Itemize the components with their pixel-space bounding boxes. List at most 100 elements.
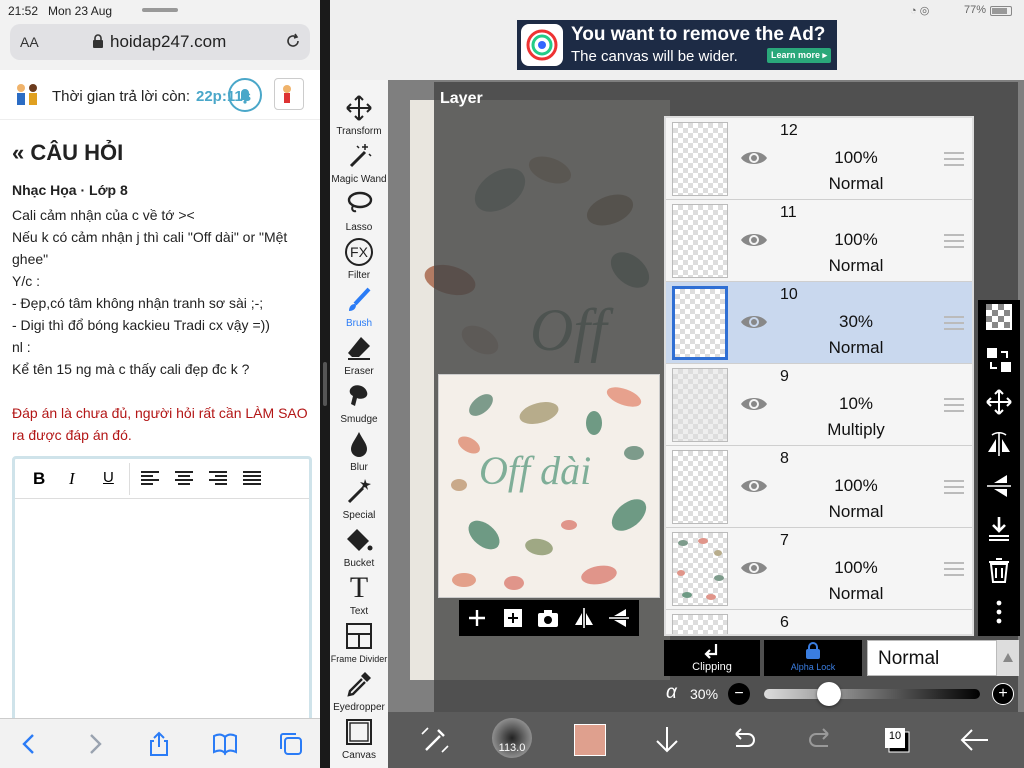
tool-magic-wand[interactable]: Magic Wand (330, 138, 388, 186)
browser-bottom-bar (0, 718, 320, 768)
answer-editor[interactable]: B I U (12, 456, 312, 726)
tool-canvas[interactable]: Canvas (330, 714, 388, 762)
address-bar[interactable]: AA hoidap247.com (10, 24, 310, 60)
layer-list[interactable]: 12 100% Normal 11 100% Normal 10 30% Nor… (664, 116, 974, 636)
bold-button[interactable]: B (33, 469, 45, 489)
opacity-slider-track[interactable] (764, 689, 980, 699)
layer-row[interactable]: 11 100% Normal (666, 200, 972, 282)
move-layer-icon[interactable] (984, 346, 1014, 376)
down-arrow-icon[interactable] (650, 724, 684, 756)
eye-icon[interactable] (740, 148, 768, 168)
duplicate-layer-icon[interactable] (501, 606, 525, 630)
layer-row-selected[interactable]: 10 30% Normal (666, 282, 972, 364)
tool-special[interactable]: Special (330, 474, 388, 522)
drag-handle-icon[interactable] (944, 480, 964, 494)
tool-blur[interactable]: Blur (330, 426, 388, 474)
opacity-slider-knob[interactable] (816, 682, 841, 706)
quick-eyedropper-icon[interactable] (418, 724, 452, 756)
merge-down-icon[interactable] (984, 514, 1014, 544)
tool-text[interactable]: T Text (330, 570, 388, 618)
eye-icon[interactable] (740, 312, 768, 332)
eye-icon[interactable] (740, 558, 768, 578)
drag-handle-icon[interactable] (944, 562, 964, 576)
layers-button[interactable]: 10 (880, 724, 914, 756)
trash-icon[interactable] (984, 556, 1014, 586)
blend-mode-value: Normal (878, 648, 940, 669)
browser-pane: 21:52 Mon 23 Aug AA hoidap247.com Thời g… (0, 0, 320, 768)
color-swatch[interactable] (574, 724, 606, 756)
camera-icon[interactable] (536, 606, 560, 630)
multitask-handle[interactable] (142, 8, 178, 12)
align-left-icon[interactable] (141, 471, 159, 490)
bookmarks-icon[interactable] (212, 731, 238, 757)
eye-icon[interactable] (740, 230, 768, 250)
layer-row[interactable]: 8 100% Normal (666, 446, 972, 528)
eye-icon[interactable] (740, 394, 768, 414)
ibispaint-logo-icon (521, 24, 563, 66)
opacity-plus-button[interactable]: + (992, 683, 1014, 705)
add-layer-icon[interactable] (465, 606, 489, 630)
back-chevron-icon[interactable]: « (12, 140, 24, 165)
blend-mode-select[interactable]: Normal (867, 640, 997, 676)
tool-smudge[interactable]: Smudge (330, 378, 388, 426)
opacity-minus-button[interactable]: − (728, 683, 750, 705)
bell-icon[interactable] (228, 78, 262, 112)
tool-filter[interactable]: FX Filter (330, 234, 388, 282)
redo-icon[interactable] (804, 724, 838, 756)
split-handle[interactable] (323, 362, 327, 406)
tool-frame-divider[interactable]: Frame Divider (330, 618, 388, 666)
back-icon[interactable] (16, 731, 42, 757)
layer-thumbnail (672, 122, 728, 196)
more-options-icon[interactable] (984, 598, 1014, 628)
tabs-icon[interactable] (278, 731, 304, 757)
ad-banner[interactable]: You want to remove the Ad? The canvas wi… (517, 20, 837, 70)
tool-eraser[interactable]: Eraser (330, 330, 388, 378)
timer-strip: Thời gian trả lời còn: 22p:11s (0, 70, 320, 120)
transform-layer-icon[interactable] (984, 388, 1014, 418)
url-text[interactable]: hoidap247.com (110, 32, 226, 52)
tool-eyedropper[interactable]: Eyedropper (330, 666, 388, 714)
layer-row[interactable]: 12 100% Normal (666, 118, 972, 200)
drag-handle-icon[interactable] (944, 398, 964, 412)
layer-row[interactable]: 9 10% Multiply (666, 364, 972, 446)
layer-row[interactable]: 7 100% Normal (666, 528, 972, 610)
drag-handle-icon[interactable] (944, 316, 964, 330)
layer-number: 7 (780, 532, 789, 549)
justify-icon[interactable] (243, 471, 261, 490)
tool-bucket[interactable]: Bucket (330, 522, 388, 570)
eye-icon[interactable] (740, 476, 768, 496)
blend-mode-dropdown-icon[interactable] (997, 640, 1019, 676)
tool-label: Canvas (342, 750, 376, 761)
underline-button[interactable]: U (103, 469, 114, 486)
subject-label[interactable]: Nhạc Họa · Lớp 8 (12, 182, 128, 198)
drag-handle-icon[interactable] (944, 152, 964, 166)
undo-icon[interactable] (726, 724, 760, 756)
brush-size-button[interactable]: 113.0 (492, 718, 532, 758)
drag-handle-icon[interactable] (944, 234, 964, 248)
italic-button[interactable]: I (69, 469, 75, 489)
align-right-icon[interactable] (209, 471, 227, 490)
text-size-button[interactable]: AA (20, 34, 39, 50)
tool-transform[interactable]: Transform (330, 90, 388, 138)
share-icon[interactable] (146, 731, 172, 757)
flip-horizontal-icon[interactable] (572, 606, 596, 630)
alpha-lock-button[interactable]: Alpha Lock (764, 640, 862, 676)
tool-label: Transform (336, 126, 382, 137)
flip-layer-horizontal-icon[interactable] (984, 430, 1014, 460)
clipping-button[interactable]: Clipping (664, 640, 760, 676)
ad-learn-more-button[interactable]: Learn more ▸ (767, 48, 832, 63)
reload-icon[interactable] (284, 32, 302, 50)
flip-vertical-icon[interactable] (607, 606, 631, 630)
layer-opacity: 10% (838, 394, 874, 413)
tool-lasso[interactable]: Lasso (330, 186, 388, 234)
timer-label: Thời gian trả lời còn: (52, 88, 191, 105)
layer-thumbnail (672, 614, 728, 634)
align-center-icon[interactable] (175, 471, 193, 490)
avatar[interactable] (274, 78, 304, 110)
forward-icon[interactable] (82, 731, 108, 757)
back-arrow-icon[interactable] (958, 724, 992, 756)
layer-row[interactable]: 6 (666, 610, 972, 634)
transparent-fill-icon[interactable] (984, 304, 1014, 334)
flip-layer-vertical-icon[interactable] (984, 472, 1014, 502)
tool-brush[interactable]: Brush (330, 282, 388, 330)
